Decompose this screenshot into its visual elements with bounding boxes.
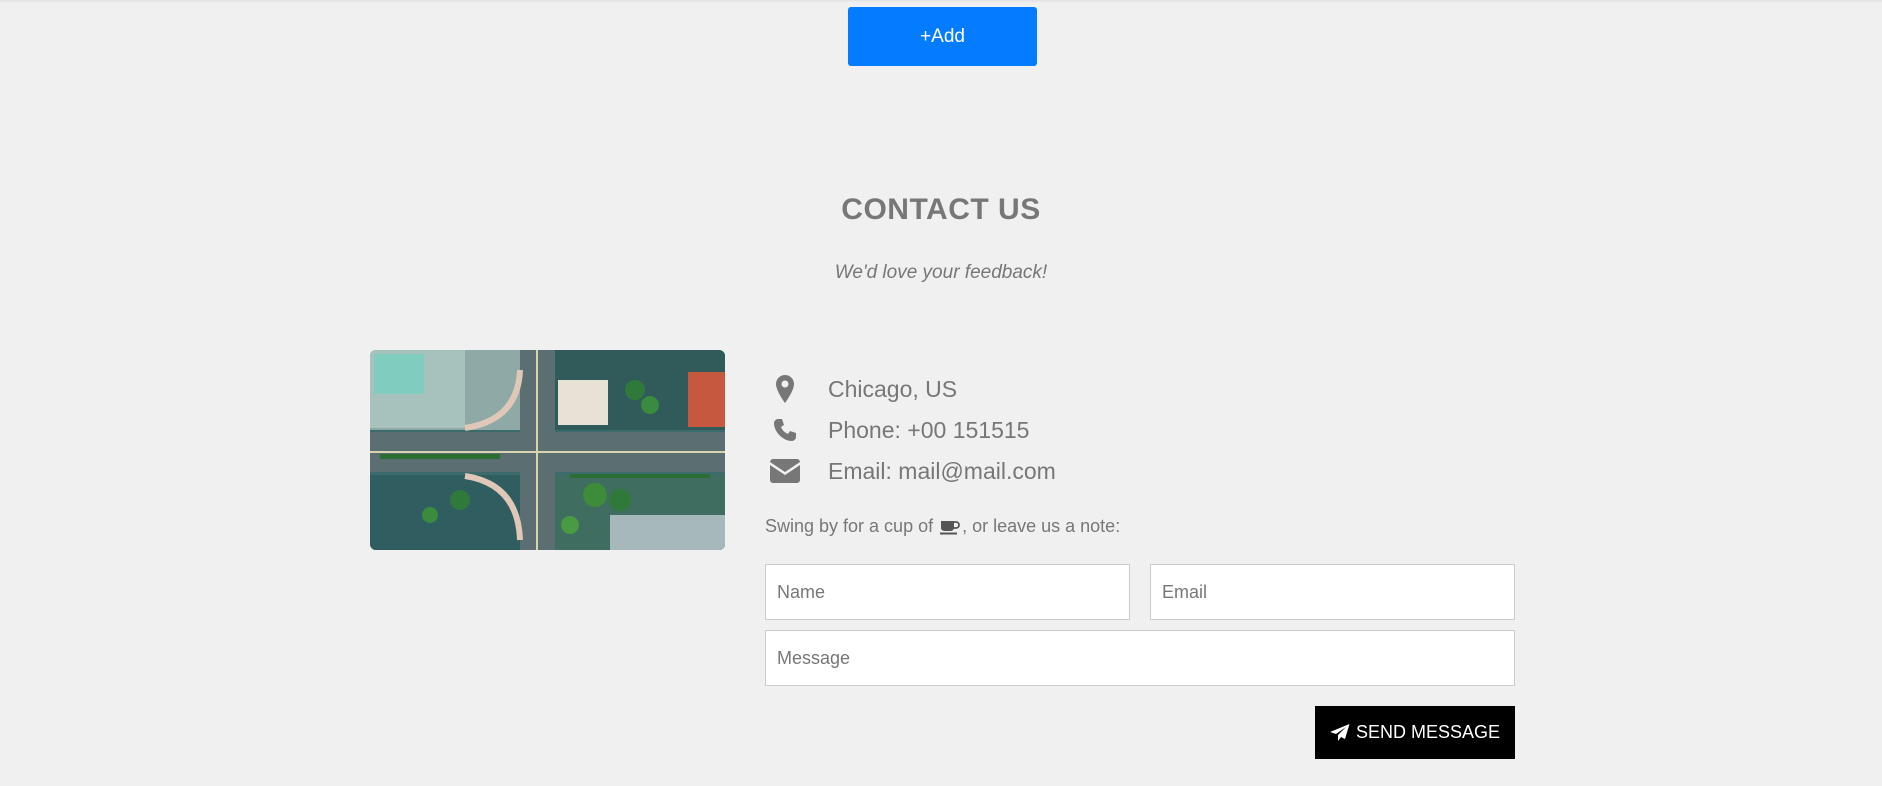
note-line: Swing by for a cup of , or leave us a no… — [765, 516, 1120, 537]
envelope-icon — [765, 454, 805, 488]
add-button[interactable]: +Add — [848, 7, 1037, 66]
email-field[interactable] — [1150, 564, 1515, 620]
message-field[interactable] — [765, 630, 1515, 686]
note-text-before: Swing by for a cup of — [765, 516, 939, 536]
note-text-after: , or leave us a note: — [962, 516, 1121, 536]
email-text: Email: mail@mail.com — [828, 458, 1056, 484]
map-marker-icon — [765, 372, 805, 406]
contact-title: CONTACT US — [841, 193, 1041, 226]
paper-plane-icon — [1329, 723, 1350, 742]
location-text: Chicago, US — [828, 376, 958, 402]
top-divider — [0, 0, 1882, 3]
phone-text: Phone: +00 151515 — [828, 417, 1030, 443]
contact-subtitle: We'd love your feedback! — [834, 262, 1048, 283]
location-row: Chicago, US — [765, 371, 957, 407]
city-aerial-image — [370, 350, 725, 550]
phone-icon — [765, 413, 805, 447]
send-message-button[interactable]: SEND MESSAGE — [1315, 706, 1515, 759]
name-field[interactable] — [765, 564, 1130, 620]
coffee-icon — [940, 519, 960, 535]
email-row: Email: mail@mail.com — [765, 453, 1056, 489]
phone-row: Phone: +00 151515 — [765, 412, 1029, 448]
send-message-label: SEND MESSAGE — [1355, 722, 1501, 742]
